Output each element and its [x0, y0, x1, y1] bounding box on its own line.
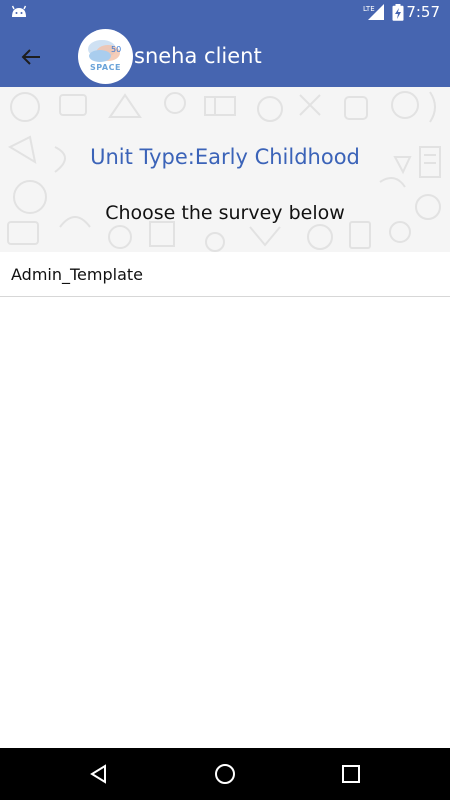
android-icon — [11, 5, 27, 17]
nav-recents-icon — [342, 765, 360, 783]
nav-home-icon — [215, 764, 235, 784]
status-bar: LTE 7:57 — [0, 0, 450, 25]
lte-signal-icon: LTE — [363, 4, 384, 20]
arrow-left-icon — [21, 49, 40, 65]
nav-back-button[interactable] — [85, 760, 113, 788]
survey-header: Unit Type:Early Childhood Choose the sur… — [0, 87, 450, 252]
app-bar: 50 SPACE sneha client — [0, 25, 450, 87]
nav-back-icon — [90, 764, 106, 784]
battery-charging-icon — [392, 4, 404, 21]
svg-text:50: 50 — [111, 45, 121, 54]
system-nav-bar — [0, 748, 450, 800]
app-logo: 50 SPACE — [78, 29, 133, 84]
back-button[interactable] — [12, 38, 50, 76]
logo-text: SPACE — [90, 63, 121, 72]
nav-home-button[interactable] — [211, 760, 239, 788]
survey-item-label: Admin_Template — [11, 264, 143, 284]
nav-recents-button[interactable] — [337, 760, 365, 788]
survey-instruction: Choose the survey below — [105, 202, 345, 224]
survey-list: Admin_Template — [0, 252, 450, 297]
app-title: sneha client — [134, 44, 262, 68]
status-clock: 7:57 — [406, 3, 440, 21]
network-label: LTE — [363, 5, 375, 13]
unit-type-heading: Unit Type:Early Childhood — [90, 145, 360, 169]
logo-graphic: 50 — [78, 29, 133, 84]
survey-list-item[interactable]: Admin_Template — [0, 252, 450, 297]
